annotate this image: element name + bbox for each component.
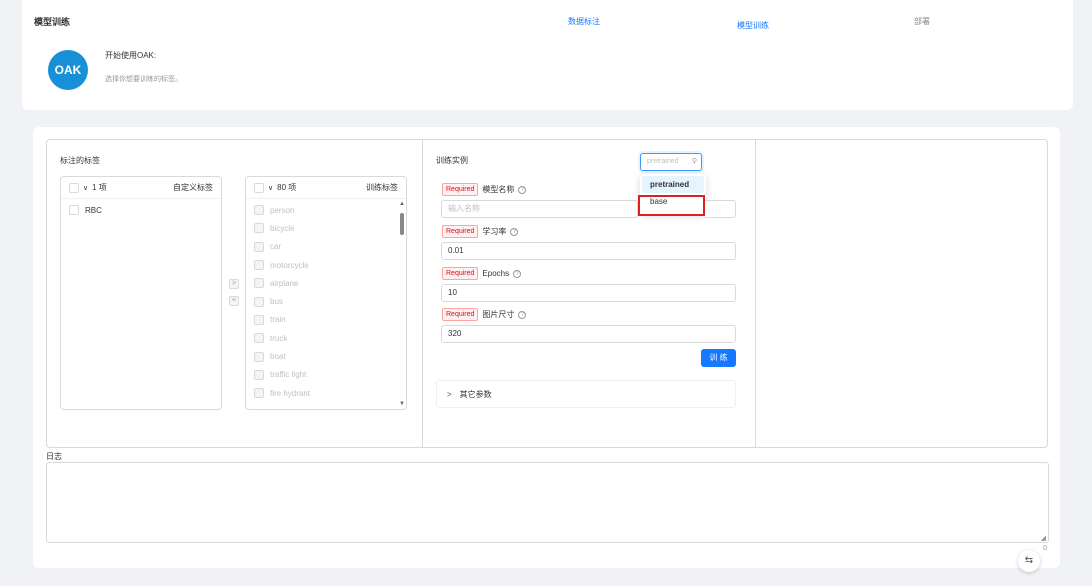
left-list-header: 自定义标签 [173,183,213,192]
labels-panel-title: 标注的标签 [60,156,100,165]
intro-subtitle: 选择你想要训练的标签。 [105,76,182,83]
item-checkbox[interactable] [254,388,264,399]
chevron-down-icon[interactable]: ∨ [83,184,88,192]
right-list-header: 训练标签 [366,183,398,192]
help-icon[interactable]: ? [513,269,522,278]
lr-input[interactable]: 0.01 [441,242,736,260]
tab-deploy[interactable]: 部署 [914,16,930,27]
list-item[interactable]: airplane [246,274,406,292]
list-item[interactable]: bus [246,292,406,310]
model-name-label: Required 模型名称 ? [442,183,527,196]
item-checkbox[interactable] [254,260,264,271]
item-checkbox[interactable] [254,351,264,362]
resize-handle-icon[interactable]: ◢ [1041,534,1046,542]
left-transfer-list: ∨ 1 项 自定义标签 RBC [60,176,222,410]
epochs-input[interactable]: 10 [441,284,736,302]
item-checkbox[interactable] [254,223,264,234]
swap-icon[interactable]: ⇆ [1018,550,1040,572]
help-icon[interactable]: ? [518,185,527,194]
move-left-button[interactable]: < [229,296,239,306]
list-item[interactable]: car [246,238,406,256]
log-textarea[interactable]: ◢ [46,462,1049,543]
scroll-down-icon[interactable]: ▼ [399,401,405,407]
search-icon: ⚲ [691,158,697,165]
option-pretrained[interactable]: pretrained [642,176,704,193]
img-size-input[interactable]: 320 [441,325,736,343]
log-char-count: 0 [1043,545,1047,552]
epochs-label: Required Epochs ? [442,267,522,280]
move-right-button[interactable]: > [229,279,239,289]
right-transfer-list: ∨ 80 项 训练标签 person bicycle car motorcycle ai… [245,176,407,410]
right-list-items: person bicycle car motorcycle airplane bus tra… [246,199,406,402]
tab-annotation[interactable]: 数据标注 [568,16,600,27]
chevron-right-icon: > [447,389,452,399]
log-label: 日志 [46,452,62,461]
highlight-box [638,195,705,216]
left-list-count: 1 项 [92,183,107,192]
help-icon[interactable]: ? [518,310,527,319]
select-all-checkbox[interactable] [254,182,264,193]
help-icon[interactable]: ? [510,227,519,236]
chevron-down-icon[interactable]: ∨ [268,184,273,192]
scroll-up-icon[interactable]: ▲ [399,201,405,207]
item-checkbox[interactable] [254,278,264,289]
avatar: OAK [48,50,88,90]
more-params-collapse[interactable]: > 其它参数 [436,380,736,408]
list-item[interactable]: motorcycle [246,256,406,274]
item-checkbox[interactable] [254,369,264,380]
train-button[interactable]: 训 练 [701,349,736,367]
list-item[interactable]: bicycle [246,219,406,237]
item-checkbox[interactable] [254,296,264,307]
item-checkbox[interactable] [254,333,264,344]
item-checkbox[interactable] [254,205,264,216]
intro-title: 开始使用OAK: [105,51,157,60]
model-name-input-tail[interactable] [705,200,736,218]
list-item[interactable]: truck [246,329,406,347]
model-name-input[interactable]: 输入名称 [441,200,638,218]
list-item[interactable]: RBC [61,201,221,219]
list-item[interactable]: fire hydrant [246,384,406,402]
list-item[interactable]: person [246,201,406,219]
item-checkbox[interactable] [69,205,79,216]
list-item[interactable]: boat [246,347,406,365]
item-checkbox[interactable] [254,241,264,252]
scrollbar[interactable] [400,213,404,235]
right-list-count: 80 项 [277,183,297,192]
select-all-checkbox[interactable] [69,182,79,193]
nav-tabs: 数据标注 模型训练 部署 [0,16,1092,31]
tab-training[interactable]: 模型训练 [737,20,769,31]
img-size-label: Required 图片尺寸 ? [442,308,527,321]
train-panel-title: 训练实例 [436,156,468,165]
lr-label: Required 学习率 ? [442,225,519,238]
item-checkbox[interactable] [254,314,264,325]
list-item[interactable]: train [246,311,406,329]
results-panel [756,139,1048,448]
list-item[interactable]: traffic light [246,366,406,384]
pretrained-select[interactable]: pretrained ⚲ [640,153,702,171]
